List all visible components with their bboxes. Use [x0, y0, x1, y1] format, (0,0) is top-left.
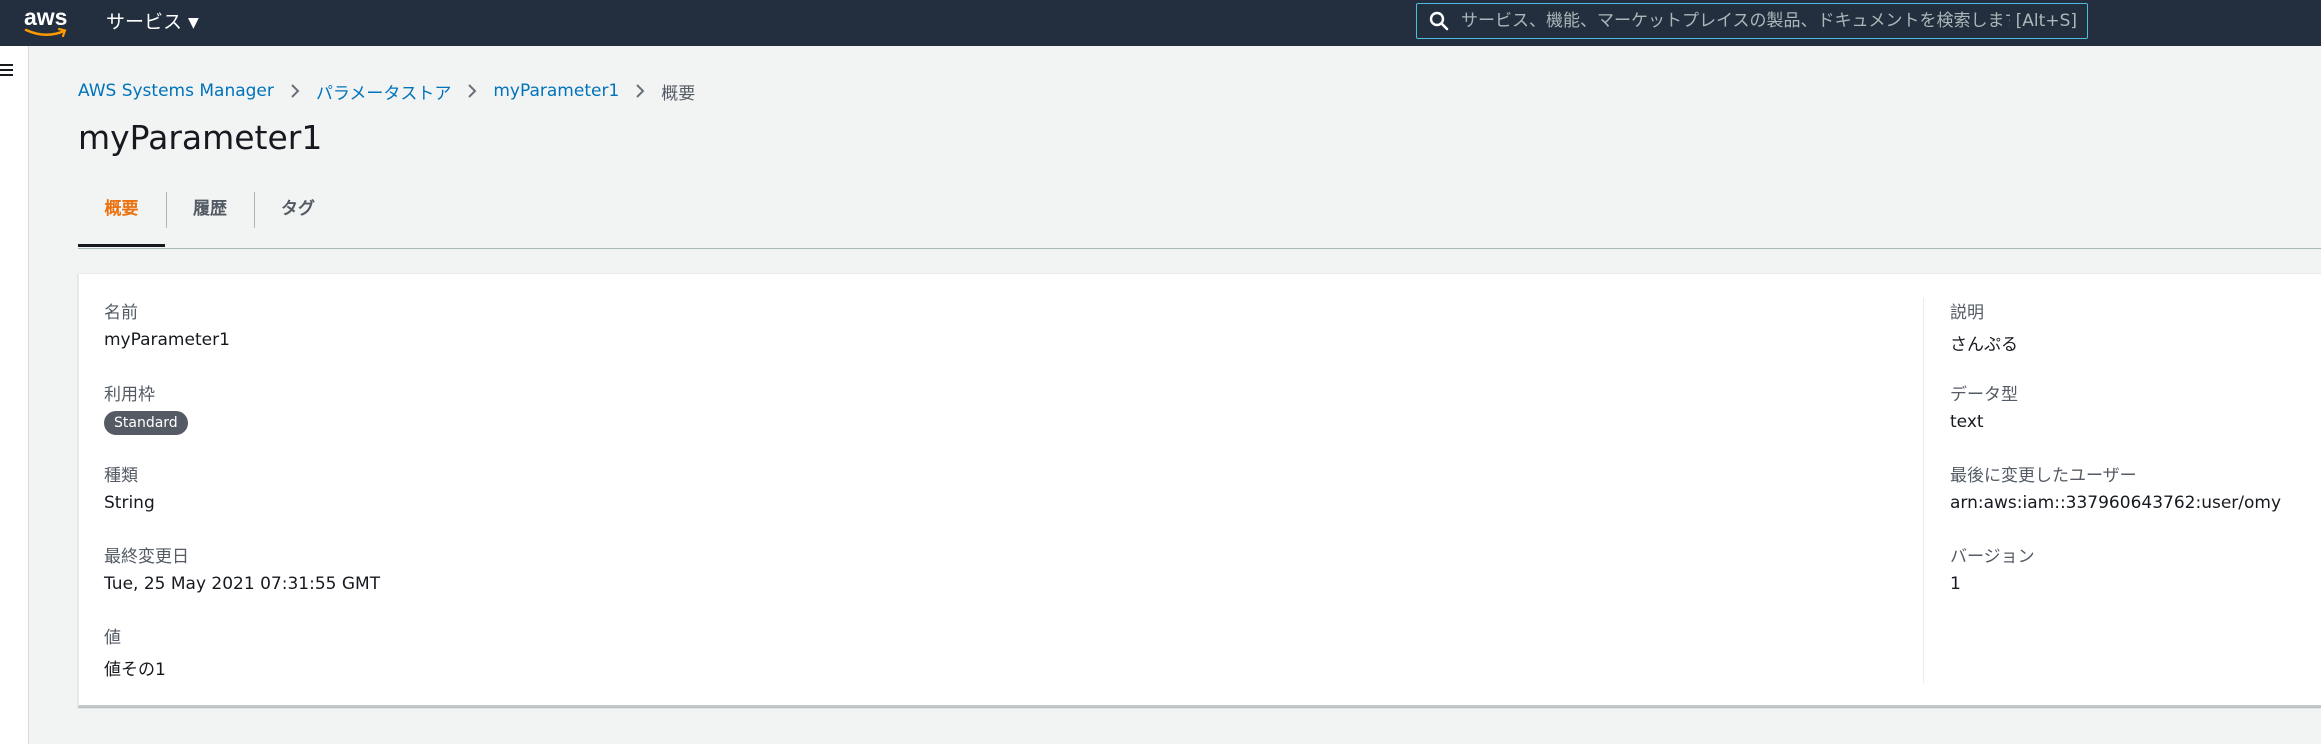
- services-label: サービス: [106, 11, 183, 33]
- services-menu-button[interactable]: サービス ▼: [106, 10, 199, 34]
- value-label: 値: [104, 628, 121, 648]
- breadcrumb: AWS Systems Manager パラメータストア myParameter…: [78, 79, 696, 104]
- aws-logo[interactable]: aws: [22, 4, 70, 38]
- breadcrumb-parameter[interactable]: myParameter1: [493, 81, 619, 101]
- name-value: myParameter1: [104, 330, 230, 350]
- page-title: myParameter1: [78, 118, 323, 157]
- data-type-label: データ型: [1950, 385, 2018, 405]
- tab-overview[interactable]: 概要: [78, 185, 165, 247]
- breadcrumb-parameter-store[interactable]: パラメータストア: [316, 79, 452, 104]
- value-value: 値その1: [104, 660, 166, 680]
- aws-logo-text: aws: [24, 4, 68, 30]
- last-modified-date-label: 最終変更日: [104, 547, 189, 567]
- type-label: 種類: [104, 466, 138, 486]
- top-navigation-bar: aws サービス ▼ [Alt+S]: [0, 0, 2321, 46]
- data-type-value: text: [1950, 412, 1984, 432]
- search-shortcut-hint: [Alt+S]: [2015, 11, 2077, 31]
- tab-tags[interactable]: タグ: [255, 185, 341, 247]
- column-divider: [1923, 298, 1924, 683]
- breadcrumb-systems-manager[interactable]: AWS Systems Manager: [78, 81, 274, 101]
- description-value: さんぷる: [1950, 335, 2018, 355]
- description-label: 説明: [1950, 303, 1984, 323]
- version-value: 1: [1950, 574, 1961, 594]
- search-input[interactable]: [1459, 5, 2012, 37]
- chevron-right-icon: [467, 83, 477, 99]
- tier-label: 利用枠: [104, 385, 155, 405]
- side-navigation-rail: [0, 46, 29, 744]
- last-modified-user-label: 最後に変更したユーザー: [1950, 466, 2137, 486]
- type-value: String: [104, 493, 155, 513]
- chevron-right-icon: [290, 83, 300, 99]
- global-search-box[interactable]: [Alt+S]: [1416, 3, 2088, 39]
- tab-history[interactable]: 履歴: [167, 185, 253, 247]
- breadcrumb-current: 概要: [661, 83, 696, 104]
- caret-down-icon: ▼: [188, 15, 199, 31]
- parameter-details-card: 名前 myParameter1 利用枠 Standard 種類 String 最…: [78, 273, 2321, 707]
- menu-hamburger-icon[interactable]: [0, 64, 13, 78]
- tier-badge: Standard: [104, 411, 188, 435]
- last-modified-date-value: Tue, 25 May 2021 07:31:55 GMT: [104, 574, 381, 594]
- version-label: バージョン: [1950, 547, 2035, 567]
- tab-bar: 概要 履歴 タグ: [78, 185, 2321, 249]
- chevron-right-icon: [635, 83, 645, 99]
- name-label: 名前: [104, 303, 138, 323]
- search-icon: [1429, 11, 1449, 31]
- aws-smile-icon: [24, 28, 67, 38]
- last-modified-user-value: arn:aws:iam::337960643762:user/omy: [1950, 493, 2282, 513]
